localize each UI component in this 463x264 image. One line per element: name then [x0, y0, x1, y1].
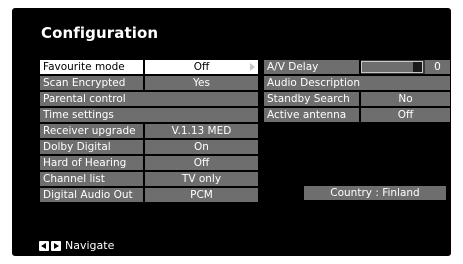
active-antenna-label: Active antenna [264, 108, 359, 122]
menu-item-value: PCM [145, 188, 258, 202]
menu-item-label: Time settings [40, 108, 258, 122]
av-delay-control[interactable]: 0 [361, 60, 450, 74]
menu-item-label: Favourite mode [40, 60, 143, 74]
menu-item-label: Hard of Hearing [40, 156, 143, 170]
navigate-label: Navigate [65, 239, 115, 252]
menu-item-value: Off [145, 60, 258, 74]
av-delay-label: A/V Delay [264, 60, 359, 74]
av-delay-slider[interactable] [361, 61, 423, 73]
menu-item[interactable]: Scan Encrypted Yes [40, 76, 258, 90]
menu-item[interactable]: Favourite mode Off [40, 60, 258, 74]
standby-search-value: No [361, 92, 450, 106]
menu-item[interactable]: Parental control [40, 92, 258, 106]
menu-item[interactable]: Dolby Digital On [40, 140, 258, 154]
tv-screen: Configuration Favourite mode Off Scan Encr… [12, 8, 451, 256]
left-arrow-key-icon [39, 241, 49, 251]
menu-item-value: Yes [145, 76, 258, 90]
menu-item-label: Channel list [40, 172, 143, 186]
menu-item-value: Off [145, 156, 258, 170]
country-indicator: Country : Finland [304, 186, 446, 200]
menu-item-label: Scan Encrypted [40, 76, 143, 90]
menu-item[interactable]: Channel list TV only [40, 172, 258, 186]
menu-item[interactable]: Digital Audio Out PCM [40, 188, 258, 202]
audio-description-row[interactable]: Audio Description [264, 76, 450, 90]
footer-hint: Navigate [39, 240, 114, 252]
active-antenna-row[interactable]: Active antenna Off [264, 108, 450, 122]
menu-item-value: V.1.13 MED [145, 124, 258, 138]
av-delay-slider-fill [362, 62, 413, 72]
standby-search-label: Standby Search [264, 92, 359, 106]
menu-item-label: Parental control [40, 92, 258, 106]
menu-item-label: Dolby Digital [40, 140, 143, 154]
active-antenna-value: Off [361, 108, 450, 122]
standby-search-row[interactable]: Standby Search No [264, 92, 450, 106]
menu-item[interactable]: Receiver upgrade V.1.13 MED [40, 124, 258, 138]
menu-item-value: TV only [145, 172, 258, 186]
av-delay-row[interactable]: A/V Delay 0 [264, 60, 450, 74]
av-delay-value: 0 [425, 60, 450, 74]
menu-item[interactable]: Hard of Hearing Off [40, 156, 258, 170]
menu-item-label: Receiver upgrade [40, 124, 143, 138]
menu-item-label: Digital Audio Out [40, 188, 143, 202]
menu-item-value: On [145, 140, 258, 154]
right-arrow-key-icon [51, 241, 61, 251]
right-arrow-icon [250, 63, 255, 71]
audio-description-label: Audio Description [264, 76, 450, 90]
page-title: Configuration [41, 24, 159, 42]
menu-item[interactable]: Time settings [40, 108, 258, 122]
